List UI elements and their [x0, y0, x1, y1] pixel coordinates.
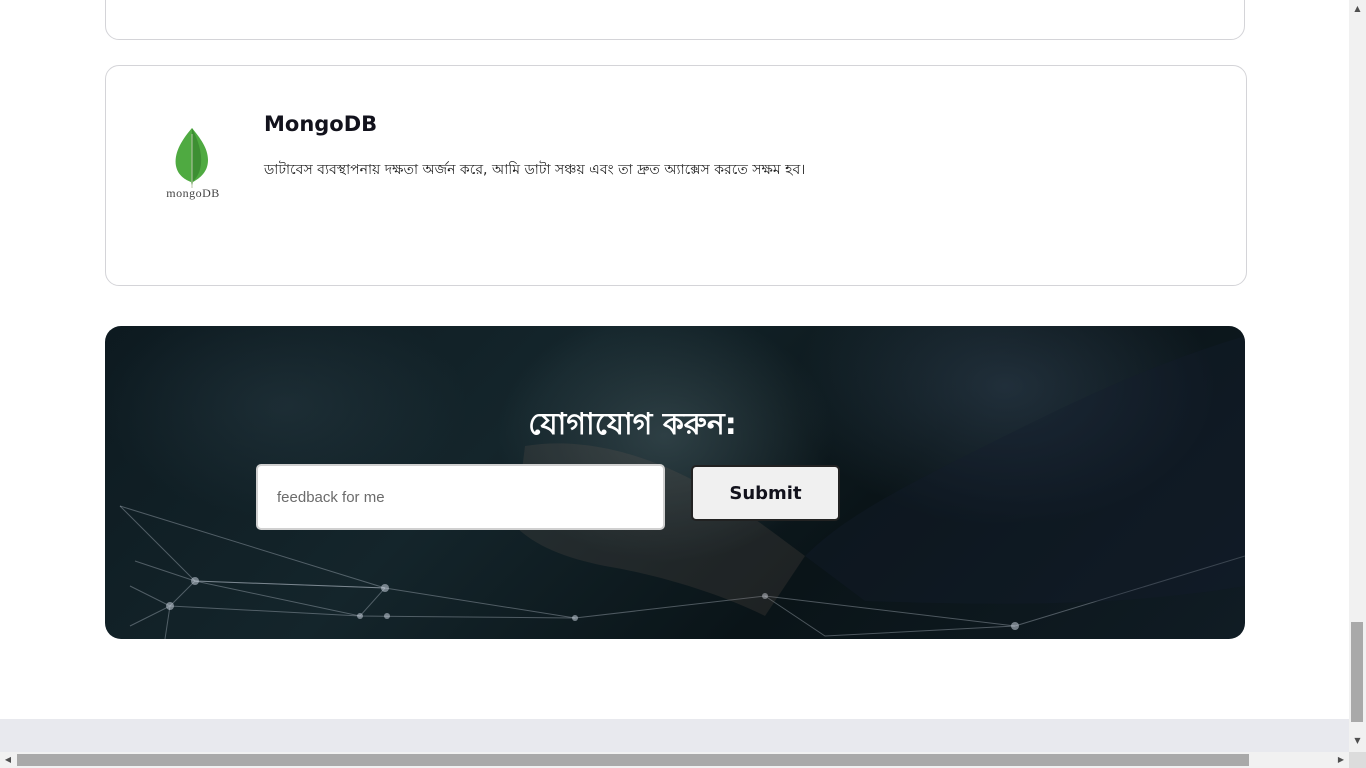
vertical-scrollbar[interactable]: ▲ ▼ [1349, 0, 1366, 752]
mongodb-logo: mongoDB [158, 124, 228, 204]
triangle-up-icon[interactable]: ▲ [1349, 2, 1366, 16]
vertical-scroll-thumb[interactable] [1351, 622, 1363, 722]
triangle-down-icon[interactable]: ▼ [1349, 734, 1366, 748]
horizontal-scroll-thumb[interactable] [17, 754, 1249, 766]
mongodb-wordmark: mongoDB [166, 186, 220, 200]
triangle-right-icon[interactable]: ▶ [1333, 752, 1349, 768]
skill-card-mongodb: mongoDB MongoDB ডাটাবেস ব্যবস্থাপনায় দক… [105, 65, 1247, 286]
scrollbar-corner [1349, 752, 1366, 768]
contact-section: যোগাযোগ করুন: Submit [105, 326, 1245, 639]
skill-description: ডাটাবেস ব্যবস্থাপনায় দক্ষতা অর্জন করে, … [264, 162, 806, 178]
skill-title: MongoDB [264, 112, 378, 136]
previous-skill-card [105, 0, 1245, 40]
triangle-left-icon[interactable]: ◀ [0, 752, 16, 768]
contact-title: যোগাযোগ করুন: [528, 407, 737, 442]
submit-button[interactable]: Submit [691, 465, 840, 521]
footer [0, 719, 1349, 752]
feedback-input[interactable] [256, 464, 665, 530]
horizontal-scrollbar[interactable]: ◀ ▶ [0, 752, 1349, 768]
